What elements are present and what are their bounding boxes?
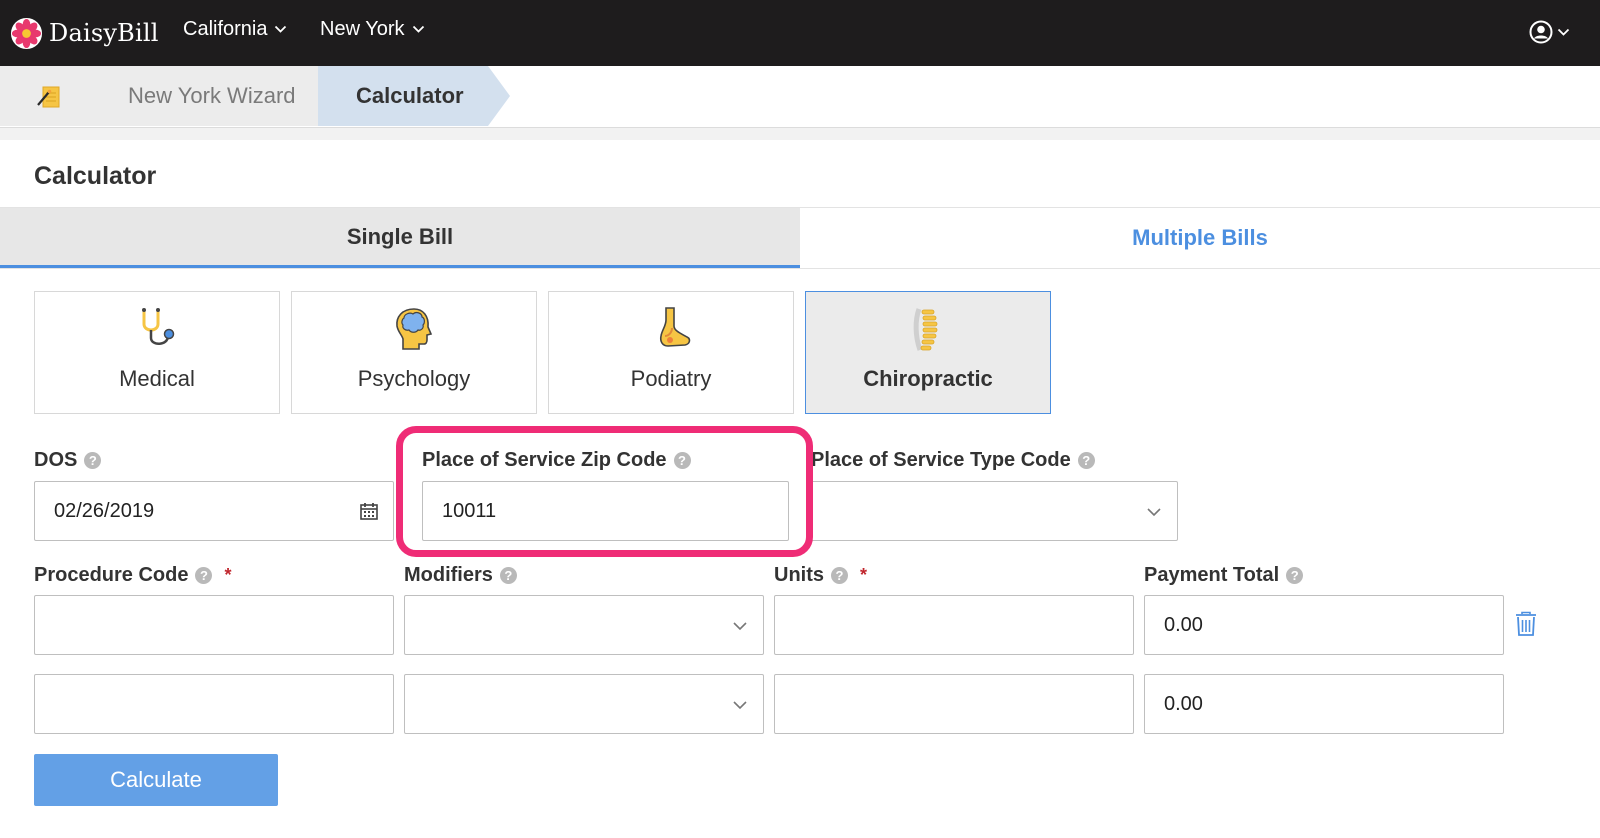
payment-total-field[interactable]: 0.00 (1144, 595, 1504, 655)
specialty-label: Medical (119, 366, 195, 391)
brain-head-icon (396, 308, 433, 350)
bill-mode-tabs: Single Bill Multiple Bills (0, 207, 1600, 269)
trash-icon[interactable] (1515, 611, 1537, 637)
calendar-icon[interactable] (359, 501, 379, 521)
modifiers-select[interactable] (404, 674, 764, 734)
procedure-code-label-text: Procedure Code (34, 564, 189, 586)
breadcrumb-label: Calculator (356, 83, 464, 108)
specialty-card-chiropractic[interactable]: Chiropractic (805, 291, 1051, 414)
section-separator (0, 128, 1600, 140)
modifiers-select[interactable] (404, 595, 764, 655)
dos-label: DOS ? (34, 449, 102, 472)
chevron-down-icon (1557, 28, 1570, 36)
payment-total-label: Payment Total ? (1144, 564, 1304, 587)
help-icon[interactable]: ? (84, 452, 102, 469)
units-input[interactable] (774, 674, 1134, 734)
brand-name: DaisyBill (49, 19, 159, 47)
dos-label-text: DOS (34, 449, 78, 471)
calculate-button[interactable]: Calculate (34, 754, 278, 806)
chevron-down-icon (1147, 508, 1161, 517)
pos-type-select[interactable] (811, 481, 1178, 541)
help-icon[interactable]: ? (499, 567, 517, 584)
help-icon[interactable]: ? (1077, 452, 1095, 469)
state-dropdown-new-york[interactable]: New York (320, 18, 425, 41)
procedure-code-label: Procedure Code ? * (34, 564, 232, 587)
modifiers-label: Modifiers ? (404, 564, 517, 587)
help-icon[interactable]: ? (1286, 567, 1304, 584)
stethoscope-icon (142, 308, 175, 345)
top-navbar: DaisyBill California New York (0, 0, 1600, 66)
specialty-label: Chiropractic (863, 366, 993, 391)
breadcrumb-calculator[interactable]: Calculator (318, 66, 488, 126)
procedure-code-input[interactable] (34, 674, 394, 734)
chevron-down-icon (733, 701, 747, 710)
state-dropdown-california[interactable]: California (183, 18, 287, 41)
help-icon[interactable]: ? (195, 567, 213, 584)
brand-logo[interactable]: DaisyBill (10, 15, 159, 51)
chevron-down-icon (275, 25, 287, 33)
specialty-label: Psychology (357, 366, 471, 391)
chevron-down-icon (733, 622, 747, 631)
breadcrumb-label: New York Wizard (128, 83, 296, 108)
foot-icon (659, 307, 691, 347)
spine-icon (913, 308, 938, 351)
zip-code-highlight-annotation (396, 426, 813, 557)
specialty-label: Podiatry (630, 366, 712, 391)
daisy-logo-icon (10, 17, 43, 49)
chevron-down-icon (412, 25, 424, 33)
payment-total-field[interactable]: 0.00 (1144, 674, 1504, 734)
units-input[interactable] (774, 595, 1134, 655)
page-title: Calculator (34, 162, 157, 190)
payment-total-value: 0.00 (1164, 692, 1203, 715)
payment-total-value: 0.00 (1164, 613, 1203, 636)
tab-single-bill[interactable]: Single Bill (0, 208, 800, 268)
specialty-card-medical[interactable]: Medical (34, 291, 280, 414)
breadcrumb-home[interactable] (0, 66, 100, 126)
state-label: New York (320, 18, 405, 40)
breadcrumb: New York Wizard Calculator (0, 66, 1600, 128)
specialty-card-psychology[interactable]: Psychology (291, 291, 537, 414)
breadcrumb-new-york-wizard[interactable]: New York Wizard (90, 66, 322, 126)
tab-multiple-bills[interactable]: Multiple Bills (800, 208, 1600, 268)
modifiers-label-text: Modifiers (404, 564, 493, 586)
payment-total-label-text: Payment Total (1144, 564, 1280, 586)
specialty-card-podiatry[interactable]: Podiatry (548, 291, 794, 414)
user-avatar-icon (1529, 20, 1553, 44)
procedure-code-input[interactable] (34, 595, 394, 655)
dos-date-input[interactable]: 02/26/2019 (34, 481, 394, 541)
help-icon[interactable]: ? (831, 567, 848, 584)
units-label: Units ? * (774, 564, 867, 587)
wizard-notepad-icon (37, 86, 60, 108)
breadcrumb-divider (488, 66, 510, 126)
required-asterisk: * (224, 565, 232, 585)
state-label: California (183, 18, 268, 40)
user-menu[interactable] (1529, 20, 1570, 44)
units-label-text: Units (774, 564, 824, 586)
pos-type-label: Place of Service Type Code ? (811, 449, 1095, 472)
pos-type-label-text: Place of Service Type Code (811, 449, 1071, 471)
required-asterisk: * (860, 565, 868, 585)
dos-value: 02/26/2019 (54, 499, 155, 522)
